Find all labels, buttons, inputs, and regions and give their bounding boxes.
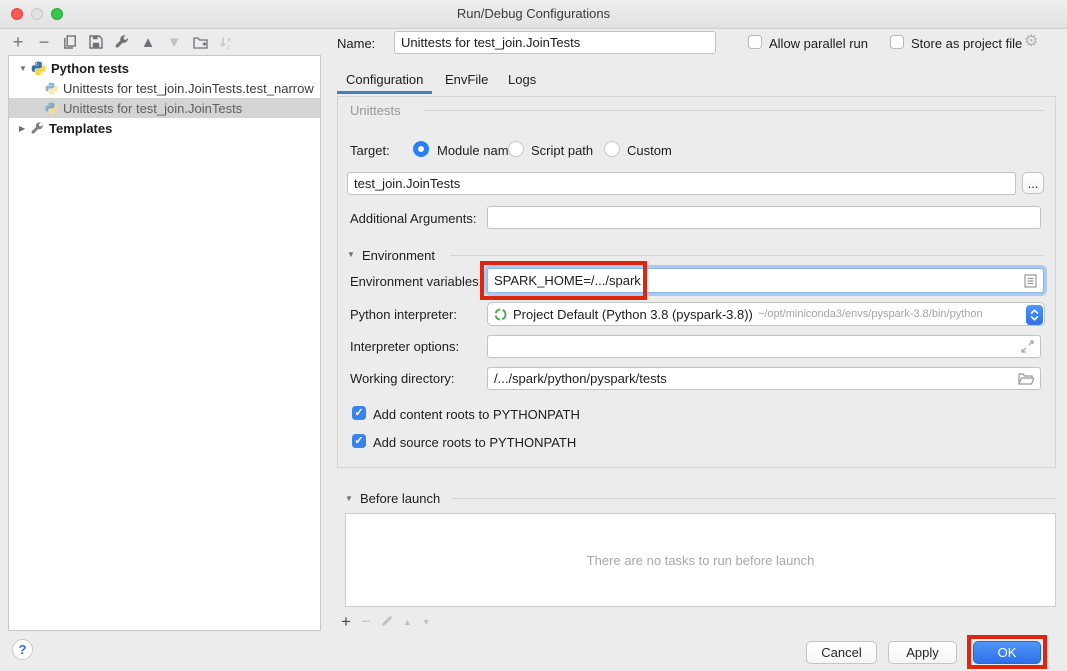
tree-item-label: Python tests bbox=[51, 61, 129, 76]
allow-parallel-run-checkbox[interactable] bbox=[748, 35, 762, 49]
move-down-icon: ▼ bbox=[166, 34, 182, 50]
before-launch-task-list[interactable]: There are no tasks to run before launch bbox=[345, 513, 1056, 607]
python-interpreter-value: Project Default (Python 3.8 (pyspark-3.8… bbox=[513, 307, 753, 322]
unittests-group-label: Unittests bbox=[350, 103, 401, 118]
apply-button[interactable]: Apply bbox=[888, 641, 957, 664]
help-button[interactable]: ? bbox=[12, 639, 33, 660]
chevron-right-icon[interactable]: ▶ bbox=[19, 124, 31, 133]
environment-collapse-icon[interactable]: ▼ bbox=[347, 250, 355, 259]
interpreter-options-input[interactable] bbox=[487, 335, 1041, 358]
interpreter-options-label: Interpreter options: bbox=[350, 339, 459, 354]
task-down-icon: ▼ bbox=[422, 617, 431, 627]
python-test-icon bbox=[45, 82, 58, 95]
edit-templates-icon[interactable] bbox=[114, 34, 130, 50]
remove-configuration-icon[interactable]: − bbox=[36, 34, 52, 50]
radio-script-path[interactable] bbox=[508, 141, 524, 157]
allow-parallel-run-label: Allow parallel run bbox=[769, 36, 868, 51]
python-interpreter-select[interactable]: Project Default (Python 3.8 (pyspark-3.8… bbox=[487, 302, 1045, 326]
new-folder-icon[interactable] bbox=[192, 34, 208, 50]
additional-arguments-label: Additional Arguments: bbox=[350, 211, 476, 226]
python-tests-icon bbox=[31, 61, 46, 76]
additional-arguments-input[interactable] bbox=[487, 206, 1041, 229]
browse-button[interactable]: ... bbox=[1022, 172, 1044, 194]
ok-button[interactable]: OK bbox=[973, 641, 1041, 664]
tree-item-label: Templates bbox=[49, 121, 112, 136]
add-source-roots-checkbox[interactable]: ✓ bbox=[352, 434, 366, 448]
copy-configuration-icon[interactable] bbox=[62, 34, 78, 50]
tab-configuration[interactable]: Configuration bbox=[346, 72, 423, 87]
radio-custom-label: Custom bbox=[627, 143, 672, 158]
store-as-project-file-label: Store as project file bbox=[911, 36, 1022, 51]
before-launch-collapse-icon[interactable]: ▼ bbox=[345, 494, 353, 503]
tab-envfile[interactable]: EnvFile bbox=[445, 72, 488, 87]
edit-task-icon bbox=[381, 615, 393, 630]
conda-env-icon bbox=[494, 308, 507, 321]
tree-item-python-tests[interactable]: ▼ Python tests bbox=[9, 58, 320, 78]
configurations-tree: ▼ Python tests Unittests for test_join.J… bbox=[8, 55, 321, 631]
before-launch-empty-message: There are no tasks to run before launch bbox=[587, 553, 815, 568]
gear-icon[interactable]: ⚙ bbox=[1024, 31, 1038, 51]
environment-variables-value: SPARK_HOME=/.../spark bbox=[494, 273, 641, 288]
radio-script-path-label: Script path bbox=[531, 143, 593, 158]
python-interpreter-path: ~/opt/miniconda3/envs/pyspark-3.8/bin/py… bbox=[758, 308, 983, 320]
working-directory-input[interactable]: /.../spark/python/pyspark/tests bbox=[487, 367, 1041, 390]
add-task-icon[interactable]: + bbox=[341, 612, 351, 632]
add-configuration-icon[interactable]: + bbox=[10, 34, 26, 50]
remove-task-icon: − bbox=[361, 612, 371, 632]
svg-text:z: z bbox=[227, 44, 230, 50]
env-list-icon[interactable] bbox=[1024, 274, 1037, 288]
environment-divider bbox=[450, 255, 1044, 256]
cancel-button[interactable]: Cancel bbox=[806, 641, 877, 664]
before-launch-label: Before launch bbox=[360, 491, 440, 506]
working-directory-value: /.../spark/python/pyspark/tests bbox=[494, 371, 667, 386]
tree-item-test-narrow[interactable]: Unittests for test_join.JoinTests.test_n… bbox=[9, 78, 320, 98]
add-source-roots-label: Add source roots to PYTHONPATH bbox=[373, 435, 576, 450]
radio-module-name[interactable] bbox=[413, 141, 429, 157]
before-launch-toolbar: + − ▲ ▼ bbox=[341, 612, 431, 632]
chevron-down-icon[interactable]: ▼ bbox=[19, 64, 31, 73]
add-content-roots-checkbox[interactable]: ✓ bbox=[352, 406, 366, 420]
environment-variables-input[interactable]: SPARK_HOME=/.../spark bbox=[487, 268, 1044, 293]
task-up-icon: ▲ bbox=[403, 617, 412, 627]
configurations-toolbar: + − ▲ ▼ az bbox=[10, 33, 234, 51]
svg-text:a: a bbox=[227, 37, 231, 44]
name-label: Name: bbox=[337, 36, 375, 51]
expand-field-icon[interactable] bbox=[1021, 340, 1034, 353]
module-name-input[interactable]: test_join.JoinTests bbox=[347, 172, 1016, 195]
move-up-icon[interactable]: ▲ bbox=[140, 34, 156, 50]
python-test-icon bbox=[45, 102, 58, 115]
sort-configurations-icon: az bbox=[218, 34, 234, 50]
tree-item-label: Unittests for test_join.JoinTests bbox=[63, 101, 242, 116]
tree-item-templates[interactable]: ▶ Templates bbox=[9, 118, 320, 138]
group-divider bbox=[424, 110, 1044, 111]
name-input[interactable]: Unittests for test_join.JoinTests bbox=[394, 31, 716, 54]
python-interpreter-label: Python interpreter: bbox=[350, 307, 457, 322]
store-as-project-file-checkbox[interactable] bbox=[890, 35, 904, 49]
templates-wrench-icon bbox=[31, 122, 44, 135]
folder-icon[interactable] bbox=[1018, 373, 1034, 385]
add-content-roots-label: Add content roots to PYTHONPATH bbox=[373, 407, 580, 422]
working-directory-label: Working directory: bbox=[350, 371, 455, 386]
radio-custom[interactable] bbox=[604, 141, 620, 157]
save-configuration-icon[interactable] bbox=[88, 34, 104, 50]
tree-item-jointests-selected[interactable]: Unittests for test_join.JoinTests bbox=[9, 98, 320, 118]
environment-section-label: Environment bbox=[362, 248, 435, 263]
before-launch-divider bbox=[452, 498, 1056, 499]
dropdown-stepper-icon[interactable] bbox=[1026, 305, 1043, 325]
tab-logs[interactable]: Logs bbox=[508, 72, 536, 87]
radio-module-name-label: Module name bbox=[437, 143, 516, 158]
selected-tab-underline bbox=[337, 91, 432, 94]
tree-item-label: Unittests for test_join.JoinTests.test_n… bbox=[63, 81, 314, 96]
target-label: Target: bbox=[350, 143, 390, 158]
environment-variables-label: Environment variables: bbox=[350, 274, 482, 289]
window-title: Run/Debug Configurations bbox=[0, 6, 1067, 21]
